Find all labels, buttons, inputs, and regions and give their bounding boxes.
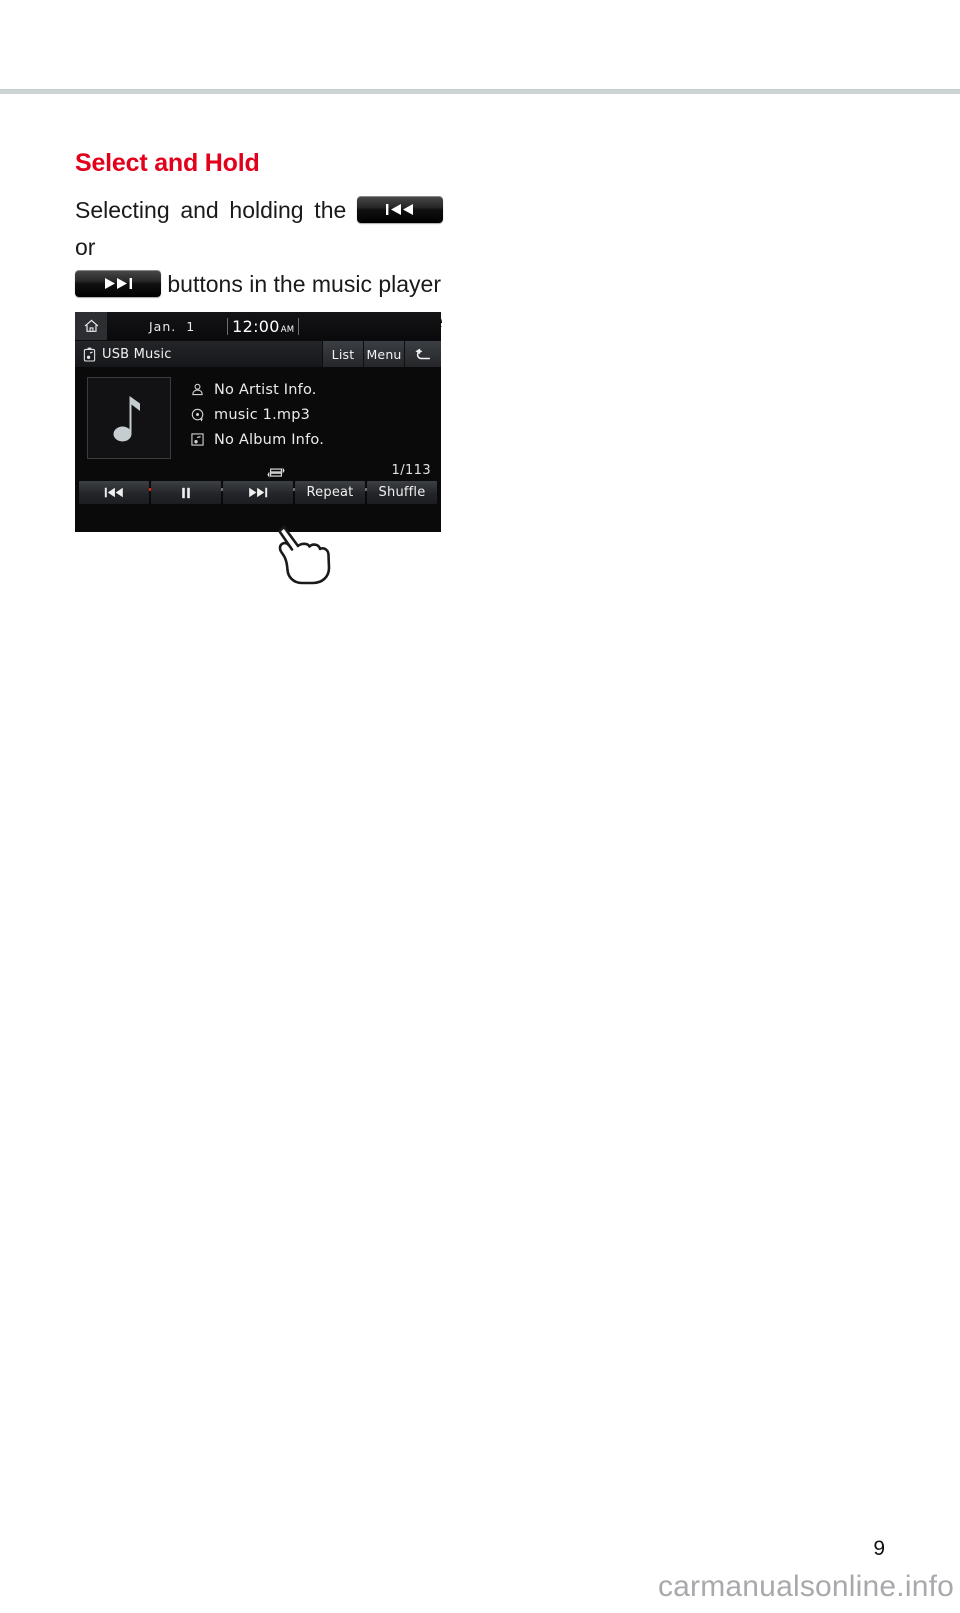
album-art	[87, 377, 171, 459]
status-bar: Jan. 1 12:00 AM	[75, 312, 441, 340]
track-metadata: No Artist Info. music 1.mp3 No Album Inf…	[189, 377, 433, 452]
album-icon	[189, 433, 206, 446]
status-clock: 12:00 AM	[227, 316, 300, 336]
playback-status-row: 1/113	[75, 463, 441, 480]
body-line-1-text: Selecting and holding the	[75, 196, 347, 223]
next-track-button[interactable]	[223, 481, 293, 504]
pointing-hand-cursor	[275, 518, 337, 586]
header-rule	[0, 89, 960, 94]
clock-ampm: AM	[280, 324, 295, 335]
home-button[interactable]	[75, 312, 107, 340]
shuffle-button[interactable]: Shuffle	[367, 481, 437, 504]
body-line-1: Selecting and holding the or	[75, 192, 444, 266]
clock-time: 12:00	[232, 316, 280, 336]
list-button[interactable]: List	[322, 341, 363, 367]
body-line-2: buttons in the music player	[75, 266, 443, 303]
page-title: Select and Hold	[75, 149, 260, 177]
track-count: 1/113	[391, 463, 431, 478]
back-arrow-icon	[415, 348, 431, 360]
artist-row: No Artist Info.	[189, 377, 433, 402]
artist-name: No Artist Info.	[214, 381, 317, 398]
body-line-2-text: buttons in the music player	[167, 270, 441, 297]
pause-icon	[182, 487, 190, 498]
track-icon	[189, 408, 206, 422]
player-body: No Artist Info. music 1.mp3 No Album Inf…	[75, 367, 441, 507]
track-row: music 1.mp3	[189, 402, 433, 427]
title-bar-actions: List Menu	[322, 341, 441, 367]
album-row: No Album Info.	[189, 427, 433, 452]
watermark: carmanualsonline.info	[657, 1570, 954, 1603]
next-icon	[249, 487, 268, 498]
usb-music-icon	[83, 347, 96, 362]
fast-forward-icon	[75, 269, 161, 297]
previous-icon	[104, 487, 123, 498]
home-icon	[84, 319, 98, 332]
status-date: Jan. 1	[149, 318, 196, 334]
page-number: 9	[873, 1537, 885, 1560]
title-bar: USB Music List Menu	[75, 340, 441, 367]
menu-button[interactable]: Menu	[363, 341, 404, 367]
repeat-button[interactable]: Repeat	[295, 481, 365, 504]
music-note-icon	[113, 396, 140, 442]
previous-track-button[interactable]	[79, 481, 149, 504]
head-unit-screen: Jan. 1 12:00 AM USB Music List Menu No A…	[75, 312, 441, 532]
source-label: USB Music	[102, 346, 172, 362]
track-name: music 1.mp3	[214, 406, 311, 423]
body-line-1-suffix: or	[75, 233, 96, 260]
pause-button[interactable]	[151, 481, 221, 504]
rewind-icon	[357, 195, 444, 223]
playback-controls: Repeat Shuffle	[75, 481, 441, 507]
artist-icon	[189, 383, 206, 396]
album-name: No Album Info.	[214, 431, 324, 448]
back-button[interactable]	[404, 341, 441, 367]
